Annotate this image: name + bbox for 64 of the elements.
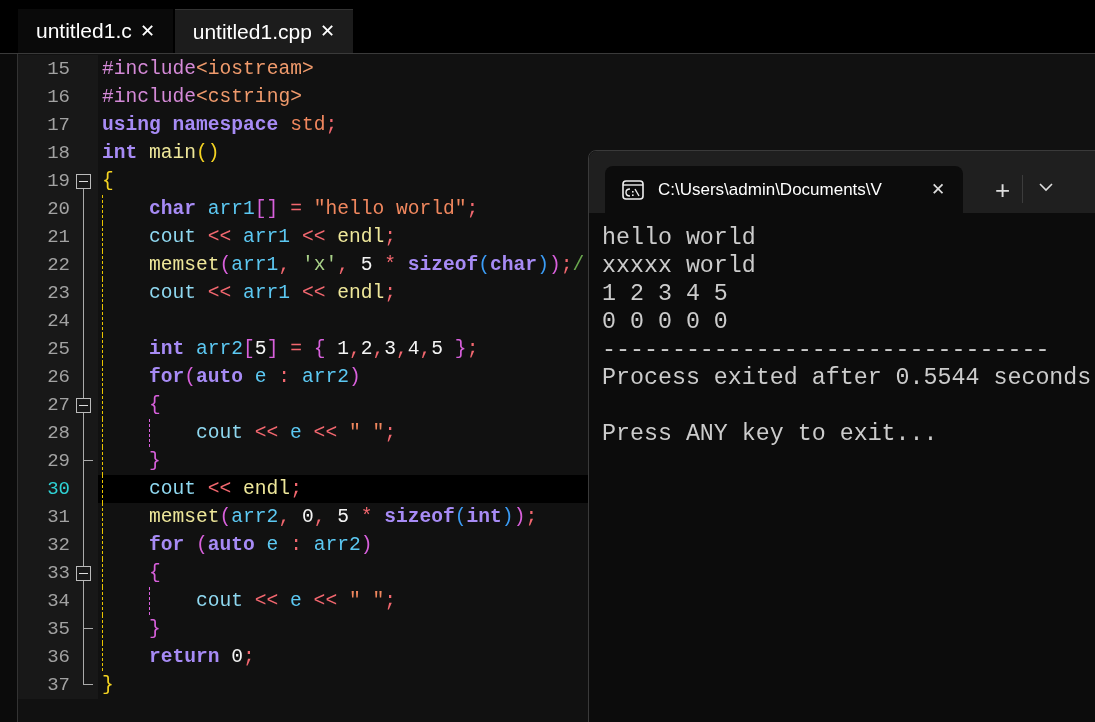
code-line: int arr2[5] = { 1,2,3,4,5 };	[98, 335, 479, 363]
code-line: memset(arr2, 0, 5 * sizeof(int));	[98, 503, 538, 531]
line-number: 23	[46, 281, 70, 306]
close-tab-button[interactable]: ✕	[139, 17, 155, 45]
output-line: Process exited after 0.5544 seconds	[602, 364, 1093, 392]
code-line: cout << e << " ";	[98, 419, 396, 447]
output-line: hello world	[602, 224, 757, 252]
code-line: #include<iostream>	[101, 57, 314, 82]
line-number: 30	[46, 477, 70, 502]
line-number: 27	[46, 393, 70, 418]
terminal-tab-title: C:\Users\admin\Documents\V	[658, 178, 883, 201]
line-number: 32	[46, 533, 70, 558]
editor-tab[interactable]: untitled1.c ✕	[18, 9, 173, 53]
code-line: return 0;	[98, 643, 255, 671]
line-number: 28	[46, 421, 70, 446]
terminal-icon	[622, 179, 644, 200]
line-number: 18	[46, 141, 70, 166]
line-number: 26	[46, 365, 70, 390]
code-line: char arr1[] = "hello world";	[98, 195, 479, 223]
line-number: 31	[46, 505, 70, 530]
code-line: memset(arr1, 'x', 5 * sizeof(char));/	[98, 251, 585, 279]
code-line: cout << arr1 << endl;	[98, 279, 396, 307]
terminal-tab[interactable]: C:\Users\admin\Documents\V ✕	[605, 166, 963, 213]
line-number: 22	[46, 253, 70, 278]
line-number: 17	[46, 113, 70, 138]
code-line: for(auto e : arr2)	[98, 363, 361, 391]
line-number: 20	[46, 197, 70, 222]
line-number: 33	[46, 561, 70, 586]
fold-toggle-icon[interactable]	[76, 174, 91, 189]
line-number: 35	[46, 617, 70, 642]
close-tab-button[interactable]: ✕	[927, 176, 949, 203]
output-line: 0 0 0 0 0	[602, 308, 729, 336]
line-number: 34	[46, 589, 70, 614]
output-line: --------------------------------	[602, 336, 1051, 364]
line-number: 21	[46, 225, 70, 250]
fold-toggle-icon[interactable]	[76, 398, 91, 413]
editor-tab[interactable]: untitled1.cpp ✕	[174, 9, 353, 53]
output-line: xxxxx world	[602, 252, 757, 280]
code-line: using namespace std;	[101, 113, 338, 138]
output-line: Press ANY key to exit...	[602, 420, 939, 448]
code-line: }	[101, 673, 114, 698]
code-line: }	[98, 447, 161, 475]
fold-toggle-icon[interactable]	[76, 566, 91, 581]
code-line: for (auto e : arr2)	[98, 531, 373, 559]
code-line: {	[98, 391, 161, 419]
code-line: {	[101, 169, 114, 194]
code-line: #include<cstring>	[101, 85, 302, 110]
new-tab-button[interactable]: +	[989, 177, 1017, 203]
chevron-down-icon	[1039, 183, 1054, 193]
code-line: {	[98, 559, 161, 587]
code-line: int main()	[101, 141, 220, 166]
code-line: cout << arr1 << endl;	[98, 223, 396, 251]
code-line: cout << e << " ";	[98, 587, 396, 615]
code-line: }	[98, 615, 161, 643]
line-number: 29	[46, 449, 70, 474]
close-tab-button[interactable]: ✕	[319, 18, 335, 45]
line-number: 36	[46, 645, 70, 670]
line-number: 25	[46, 337, 70, 362]
line-number: 15	[46, 57, 70, 82]
line-number: 16	[46, 85, 70, 110]
line-number: 19	[46, 169, 70, 194]
line-number: 37	[46, 673, 70, 698]
output-line: 1 2 3 4 5	[602, 280, 729, 308]
line-number: 24	[46, 309, 70, 334]
